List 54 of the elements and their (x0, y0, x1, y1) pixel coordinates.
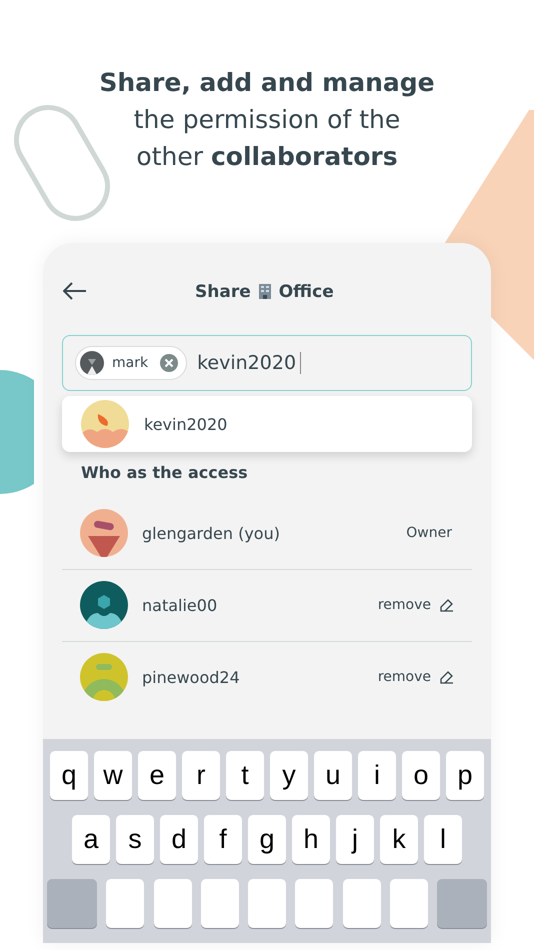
key[interactable]: s (116, 814, 154, 864)
key[interactable]: t (226, 750, 264, 800)
avatar-icon (80, 581, 128, 630)
key[interactable] (200, 878, 239, 928)
key[interactable]: e (138, 750, 176, 800)
key[interactable] (248, 878, 286, 928)
role-label: Owner (406, 525, 452, 542)
key[interactable]: q (50, 750, 88, 800)
chip-label: mark (112, 355, 148, 372)
key[interactable]: h (292, 814, 330, 864)
avatar-icon (80, 653, 128, 702)
eraser-icon (439, 670, 454, 685)
section-heading: Who as the access (81, 462, 249, 482)
key[interactable] (342, 878, 380, 928)
field-value: kevin2020 (197, 352, 296, 374)
key[interactable]: k (380, 814, 418, 864)
text-cursor (300, 352, 302, 374)
eraser-icon (439, 598, 454, 613)
remove-link[interactable]: remove (378, 669, 431, 686)
key[interactable]: d (160, 814, 198, 864)
key[interactable]: g (248, 814, 286, 864)
member-name: natalie00 (142, 596, 218, 615)
avatar-icon (81, 400, 129, 448)
member-name: pinewood24 (142, 668, 241, 687)
avatar-icon (80, 509, 128, 558)
key[interactable]: u (314, 750, 352, 800)
delete-key[interactable] (437, 878, 487, 928)
key[interactable]: i (358, 750, 396, 800)
key[interactable]: y (270, 750, 308, 800)
screen-title: Share (195, 282, 251, 302)
remove-icon[interactable] (160, 354, 178, 372)
avatar-icon (80, 351, 104, 376)
recipient-field[interactable]: mark kevin2020 (62, 334, 472, 392)
key[interactable]: w (94, 750, 132, 800)
key[interactable]: l (424, 814, 462, 864)
key[interactable]: f (204, 814, 242, 864)
screen-title: Office (278, 282, 334, 302)
suggestion-item[interactable]: kevin2020 (144, 414, 228, 434)
key[interactable]: o (402, 750, 440, 800)
key[interactable] (390, 878, 428, 928)
shift-key[interactable] (47, 878, 97, 928)
member-name: glengarden (you) (142, 524, 281, 543)
key[interactable]: a (72, 814, 110, 864)
key[interactable]: p (446, 750, 484, 800)
office-building-icon (256, 283, 273, 300)
recipient-chip[interactable]: mark (75, 346, 188, 380)
key[interactable] (106, 878, 144, 928)
key[interactable] (295, 878, 334, 928)
remove-link[interactable]: remove (378, 597, 431, 614)
headline-text: Share, add and manage the permission of the other collaborators (98, 67, 436, 173)
key[interactable]: j (336, 814, 374, 864)
key[interactable] (154, 878, 192, 928)
key[interactable]: r (182, 750, 220, 800)
back-button[interactable] (63, 282, 89, 302)
